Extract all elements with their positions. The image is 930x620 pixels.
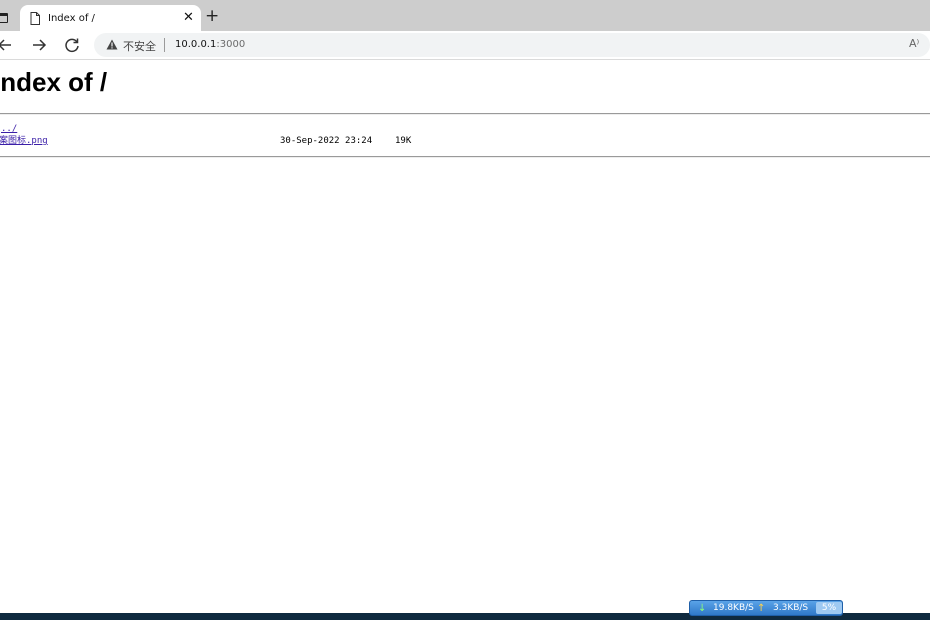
tab-strip: Index of / ✕ + [0,0,930,33]
parent-dir-link[interactable]: ../ [1,123,17,135]
upload-speed: 3.3KB/S [773,603,809,613]
list-item: ../ [0,123,930,135]
url-text[interactable]: 10.0.0.1:3000 [175,39,245,50]
browser-toolbar: 不安全 10.0.0.1:3000 A⁾ [0,31,930,59]
file-date: 30-Sep-2022 23:24 [280,136,373,146]
tab-active[interactable]: Index of / ✕ [20,5,201,33]
page-icon [30,12,40,25]
window-menu-icon[interactable] [0,13,8,23]
download-speed: 19.8KB/S [713,603,754,613]
network-speed-widget[interactable]: ↓ 19.8KB/S ↑ 3.3KB/S 5% [689,600,843,616]
cpu-usage: 5% [816,602,842,614]
tab-title: Index of / [48,13,95,24]
file-size: 19K [395,136,412,146]
list-item: 文案图标.png 30-Sep-2022 23:24 19K [0,135,930,147]
url-port: :3000 [216,39,246,50]
address-separator [164,38,165,52]
address-bar[interactable]: 不安全 10.0.0.1:3000 A⁾ [94,33,930,57]
file-link[interactable]: 文案图标.png [0,135,48,147]
back-icon[interactable] [0,34,16,56]
refresh-icon[interactable] [61,34,83,56]
url-host: 10.0.0.1 [175,39,217,50]
page-title: Index of / [0,67,108,97]
close-tab-icon[interactable]: ✕ [183,10,194,26]
new-tab-icon[interactable]: + [205,7,219,25]
read-aloud-icon[interactable]: A⁾ [909,37,919,50]
forward-icon[interactable] [28,34,50,56]
divider-bottom [0,156,930,158]
directory-listing: ../ 文案图标.png 30-Sep-2022 23:24 19K [0,123,930,147]
divider-top [0,113,930,115]
download-arrow-icon: ↓ [698,603,707,614]
toolbar-divider [0,59,930,60]
warning-icon[interactable] [106,39,118,50]
upload-arrow-icon: ↑ [757,603,766,614]
not-secure-label[interactable]: 不安全 [123,38,156,54]
